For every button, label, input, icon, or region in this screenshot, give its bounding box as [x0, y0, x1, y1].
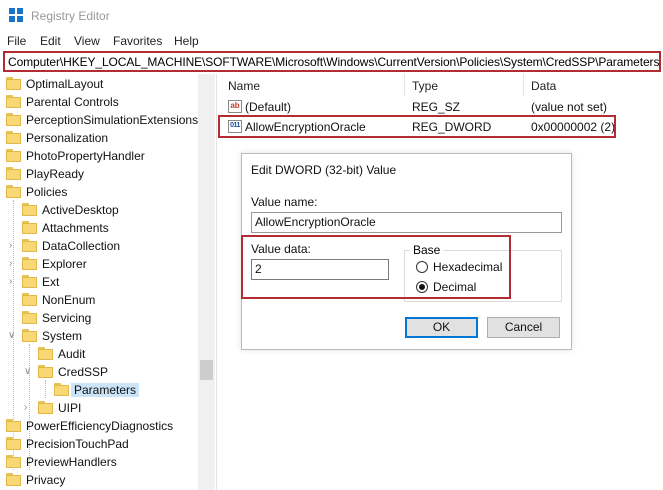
chevron-right-icon[interactable]: ›: [24, 402, 32, 414]
scrollbar-thumb[interactable]: [200, 360, 213, 380]
folder-icon: [6, 167, 21, 180]
highlight-box: [241, 235, 511, 299]
menu-bar: File Edit View Favorites Help: [0, 32, 663, 50]
column-header-name[interactable]: Name: [228, 79, 260, 93]
tree-item-label: PhotoPropertyHandler: [26, 149, 145, 163]
tree-item-label: Parental Controls: [26, 95, 119, 109]
value-name-label: Value name:: [251, 195, 318, 209]
tree-item-label: Policies: [26, 185, 68, 199]
highlight-box: [218, 115, 616, 138]
folder-icon: [22, 257, 37, 270]
tree-scrollbar[interactable]: [198, 74, 215, 490]
tree-item-label: Parameters: [71, 383, 140, 397]
folder-icon: [6, 77, 21, 90]
tree-item-label: PerceptionSimulationExtensions: [26, 113, 199, 127]
address-bar[interactable]: Computer\HKEY_LOCAL_MACHINE\SOFTWARE\Mic…: [3, 51, 661, 72]
tree-item-label: Explorer: [42, 257, 87, 271]
folder-open-icon: [22, 329, 37, 342]
address-path[interactable]: Computer\HKEY_LOCAL_MACHINE\SOFTWARE\Mic…: [8, 55, 659, 69]
menu-favorites[interactable]: Favorites: [113, 34, 162, 48]
folder-icon: [22, 311, 37, 324]
tree-item-label: PreviewHandlers: [26, 455, 117, 469]
ok-button[interactable]: OK: [405, 317, 478, 338]
folder-icon: [6, 149, 21, 162]
tree-item-label: Servicing: [42, 311, 92, 325]
menu-view[interactable]: View: [74, 34, 100, 48]
folder-icon: [22, 203, 37, 216]
tree-item-label: Audit: [58, 347, 86, 361]
folder-icon: [22, 275, 37, 288]
value-data: (value not set): [531, 100, 608, 114]
column-header-data[interactable]: Data: [531, 79, 556, 93]
window-title: Registry Editor: [31, 9, 110, 23]
cancel-button[interactable]: Cancel: [487, 317, 560, 338]
chevron-right-icon[interactable]: ›: [9, 276, 17, 288]
folder-icon: [22, 221, 37, 234]
folder-icon: [6, 473, 21, 486]
column-header-type[interactable]: Type: [412, 79, 438, 93]
folder-icon: [6, 113, 21, 126]
folder-icon: [6, 131, 21, 144]
folder-icon: [54, 383, 69, 396]
registry-editor-icon: [9, 8, 23, 22]
tree-item-label: Personalization: [26, 131, 109, 145]
folder-icon: [22, 293, 37, 306]
tree-item-label: DataCollection: [42, 239, 121, 253]
key-tree: OptimalLayout Parental Controls Percepti…: [0, 74, 215, 490]
folder-icon: [22, 239, 37, 252]
folder-open-icon: [38, 365, 53, 378]
tree-item-label: ActiveDesktop: [42, 203, 119, 217]
value-name: (Default): [245, 100, 292, 114]
tree-item-label: UIPI: [58, 401, 82, 415]
folder-icon: [6, 437, 21, 450]
value-name-field[interactable]: AllowEncryptionOracle: [251, 212, 562, 233]
tree-guide-line: [45, 380, 46, 398]
chevron-right-icon[interactable]: ›: [9, 240, 17, 252]
pane-splitter[interactable]: [216, 74, 217, 490]
folder-icon: [6, 419, 21, 432]
tree-item-label: PrecisionTouchPad: [26, 437, 129, 451]
folder-open-icon: [6, 185, 21, 198]
tree-item-label: Privacy: [26, 473, 66, 487]
tree-item-label: Ext: [42, 275, 60, 289]
folder-icon: [38, 401, 53, 414]
tree-item-label: PlayReady: [26, 167, 85, 181]
tree-item-label: OptimalLayout: [26, 77, 104, 91]
chevron-down-icon[interactable]: ∨: [24, 366, 32, 378]
string-value-icon: ab: [228, 100, 242, 113]
tree-item-label: System: [42, 329, 83, 343]
chevron-right-icon[interactable]: ›: [9, 258, 17, 270]
menu-edit[interactable]: Edit: [40, 34, 61, 48]
menu-file[interactable]: File: [7, 34, 26, 48]
list-row-default[interactable]: ab (Default) REG_SZ (value not set): [218, 98, 663, 116]
column-separator[interactable]: [404, 74, 405, 96]
dialog-title: Edit DWORD (32-bit) Value: [251, 163, 397, 177]
column-separator[interactable]: [523, 74, 524, 96]
menu-help[interactable]: Help: [174, 34, 199, 48]
tree-item-label: PowerEfficiencyDiagnostics: [26, 419, 174, 433]
tree-item-label: CredSSP: [58, 365, 109, 379]
folder-icon: [6, 95, 21, 108]
title-bar: Registry Editor: [0, 0, 663, 32]
tree-item-label: Attachments: [42, 221, 109, 235]
folder-icon: [6, 455, 21, 468]
tree-item-label: NonEnum: [42, 293, 96, 307]
value-type: REG_SZ: [412, 100, 461, 114]
chevron-down-icon[interactable]: ∨: [8, 330, 16, 342]
folder-icon: [38, 347, 53, 360]
